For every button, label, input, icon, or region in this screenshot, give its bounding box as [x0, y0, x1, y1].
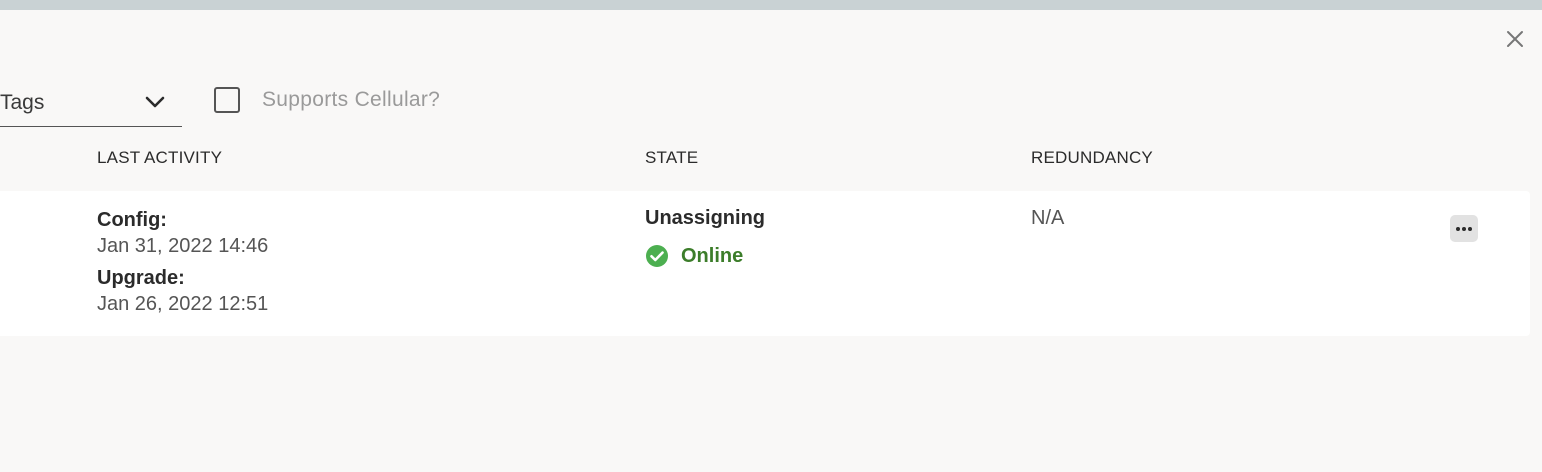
config-timestamp: Jan 31, 2022 14:46: [97, 235, 269, 257]
supports-cellular-checkbox[interactable]: [214, 87, 240, 113]
status-text: Online: [681, 244, 744, 267]
close-button[interactable]: [1502, 26, 1528, 52]
state-cell: Unassigning Online: [645, 207, 765, 268]
tags-select[interactable]: Tags: [0, 78, 182, 127]
row-actions-button[interactable]: [1450, 215, 1478, 242]
config-label: Config:: [97, 209, 167, 231]
status-badge: Online: [645, 244, 765, 268]
state-label: Unassigning: [645, 207, 766, 229]
tags-select-label: Tags: [0, 91, 45, 114]
supports-cellular-label: Supports Cellular?: [262, 88, 441, 111]
supports-cellular-filter[interactable]: Supports Cellular?: [214, 84, 440, 116]
upgrade-timestamp: Jan 26, 2022 12:51: [97, 293, 269, 315]
column-header-redundancy[interactable]: REDUNDANCY: [1031, 148, 1153, 168]
top-strip: [0, 0, 1542, 10]
table-row[interactable]: Config: Jan 31, 2022 14:46 Upgrade: Jan …: [0, 191, 1530, 336]
last-activity-cell: Config: Jan 31, 2022 14:46 Upgrade: Jan …: [97, 207, 268, 317]
close-icon: [1507, 31, 1523, 47]
column-header-state[interactable]: STATE: [645, 148, 698, 168]
check-circle-icon: [646, 245, 668, 267]
upgrade-label: Upgrade:: [97, 267, 185, 289]
more-horizontal-icon: [1456, 226, 1472, 231]
column-header-last-activity[interactable]: LAST ACTIVITY: [97, 148, 222, 168]
chevron-down-icon: [145, 96, 165, 108]
redundancy-value: N/A: [1031, 207, 1065, 229]
